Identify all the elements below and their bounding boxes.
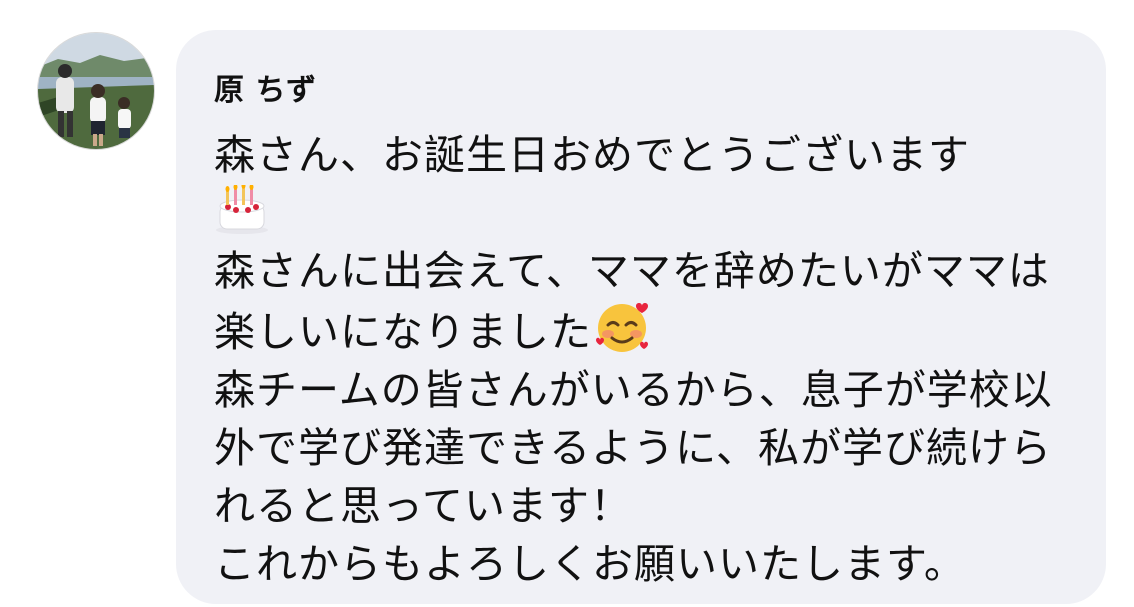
message-bubble[interactable]: 原 ちず 森さん、お誕生日おめでとうございます 森さんに出会えて、ママを辞めたい…: [176, 30, 1106, 604]
message-text: 森さん、お誕生日おめでとうございます 森さんに出会えて、ママを辞めたいがママは楽…: [214, 126, 1069, 593]
message-line: 森チームの皆さんがいるから、息子が学校以外で学び発達できるように、私が学び続けら…: [214, 366, 1053, 530]
sender-avatar[interactable]: [37, 32, 155, 150]
message-line-emoji: [214, 184, 1069, 242]
avatar-photo: [38, 33, 154, 149]
message-line: これからもよろしくお願いいたします。: [214, 540, 966, 588]
smiling-face-with-hearts-emoji-icon: [592, 300, 652, 354]
message-line-wrapping: 森さんに出会えて、ママを辞めたいがママは楽しいになりました: [214, 242, 1069, 361]
sender-name: 原 ちず: [214, 73, 317, 108]
message-line: 森さん、お誕生日おめでとうございます: [214, 131, 970, 179]
birthday-cake-emoji-icon: [214, 185, 270, 235]
